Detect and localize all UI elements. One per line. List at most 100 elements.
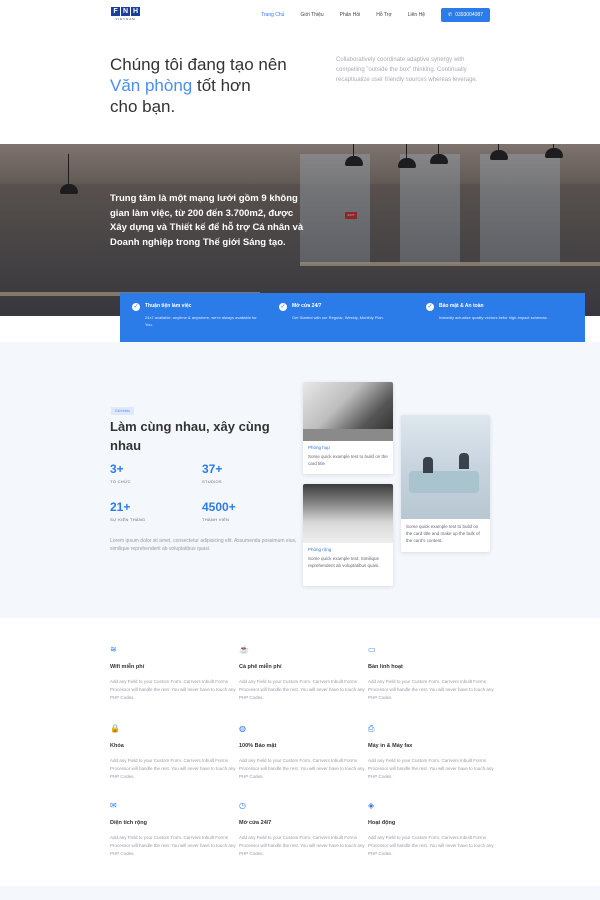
stat-label: TỔ CHỨC [110,479,131,484]
feature-strip: ✓ Thuận tiện làm việc 24x7 available, an… [120,293,585,342]
hero-title-accent: Văn phòng [110,76,193,95]
amenity-lock: 🔒 Khóa Add any Field to your Custom Form… [110,724,240,781]
card-title: Phòng rộng [308,547,332,552]
stat-studios: 37+ STUDIOS [202,462,222,484]
amenity-title: Wifi miễn phí [110,664,145,670]
stats-title: Làm cùng nhau, xây cùng nhau [110,419,270,453]
amenity-space: ✉ Diện tích rộng Add any Field to your C… [110,801,240,858]
room-card-lounge[interactable]: Some quick example text to build on the … [401,415,490,552]
room-card-meeting[interactable]: Phòng họp Some quick example text to bui… [303,382,393,474]
logo-subtitle: VIETNAM [115,17,136,21]
stat-number: 37+ [202,462,223,476]
stat-label: SỰ KIỆN THÁNG [110,517,146,522]
card-text: Some quick example text. Similique repre… [308,556,380,568]
amenity-coffee: ☕ Cà phê miễn phí Add any Field to your … [239,645,369,702]
amenity-security: ◍ 100% Bảo mật Add any Field to your Cus… [239,724,369,781]
amenity-desc: Add any Field to your Custom Form. Carrv… [239,835,365,856]
clock-icon: ◷ [239,801,246,810]
hero-title: Chúng tôi đang tạo nên Văn phòng tốt hơn… [110,54,330,117]
phone-button[interactable]: ✆ 0393004087 [440,8,490,22]
amenity-title: Mở cửa 24/7 [239,820,272,826]
amenity-desc: Add any Field to your Custom Form. Carrv… [110,835,236,856]
monitor-icon: ▭ [368,645,376,654]
sofa-shape [409,471,479,493]
amenity-desc: Add any Field to your Custom Form. Carrv… [368,835,494,856]
hero-title-line1: Chúng tôi đang tạo nên [110,55,287,74]
amenity-desk: ▭ Bàn linh hoạt Add any Field to your Cu… [368,645,498,702]
nav-links: Trang Chủ Giới Thiệu Phản Hồi Hỗ Trợ Liê… [261,8,490,22]
nav-link-support[interactable]: Hỗ Trợ [376,12,392,18]
feature-item: ✓ Thuận tiện làm việc 24x7 available, an… [132,303,279,342]
amenity-title: Khóa [110,743,124,749]
check-icon: ✓ [426,303,434,311]
stat-members: 4500+ THÀNH VIÊN [202,500,236,522]
amenity-desc: Add any Field to your Custom Form. Carrv… [239,758,365,779]
feature-title: Bảo mật & An toàn [439,303,484,309]
phone-number: 0393004087 [455,12,483,18]
amenity-desc: Add any Field to your Custom Form. Carrv… [239,679,365,700]
logo-letter: N [121,7,130,16]
stat-number: 3+ [110,462,124,476]
section-tag: Giới thiệu [111,407,135,415]
printer-icon: ⎙ [368,724,375,733]
amenity-title: Bàn linh hoạt [368,664,403,670]
card-image [401,415,490,519]
hero-title-after-accent: tốt hơn [192,76,251,95]
wifi-icon: ≋ [110,645,117,654]
stat-label: THÀNH VIÊN [202,517,230,522]
mail-icon: ✉ [110,801,117,810]
lock-icon: 🔒 [110,724,120,733]
card-image [303,484,393,543]
stat-events: 21+ SỰ KIỆN THÁNG [110,500,145,522]
stats-description: Lorem ipsum dolor sit amet, consectetur … [110,538,297,552]
stat-number: 4500+ [202,500,236,514]
amenity-desc: Add any Field to your Custom Form. Carrv… [110,679,236,700]
stat-number: 21+ [110,500,131,514]
stats-section [0,342,600,618]
top-navbar: F N H VIETNAM Trang Chủ Giới Thiệu Phản … [0,0,600,30]
banner-text: Trung tâm là một mạng lưới gồm 9 không g… [110,193,304,248]
gamepad-icon: ◈ [368,801,375,810]
nav-link-contact[interactable]: Liên Hệ [408,12,425,18]
feature-desc: Instantly actualize quality vectors befo… [439,315,548,320]
amenity-desc: Add any Field to your Custom Form. Carrv… [368,679,494,700]
amenity-title: Diện tích rộng [110,820,147,826]
hero-description: Collaboratively coordinate adaptive syne… [336,57,478,83]
amenity-title: Cà phê miễn phí [239,664,282,670]
phone-icon: ✆ [447,12,453,18]
feature-item: ✓ Bảo mật & An toàn Instantly actualize … [426,303,573,342]
person-shape [459,453,469,469]
room-card-large[interactable]: Phòng rộng Some quick example text. Simi… [303,484,393,586]
brand-logo[interactable]: F N H VIETNAM [111,7,140,21]
stat-organizations: 3+ TỔ CHỨC [110,462,131,484]
amenity-title: 100% Bảo mật [239,743,277,749]
nav-link-about[interactable]: Giới Thiệu [300,12,323,18]
person-shape [423,457,433,473]
card-title: Phòng họp [308,445,330,450]
nav-link-feedback[interactable]: Phản Hồi [340,12,361,18]
coffee-icon: ☕ [239,645,249,654]
check-icon: ✓ [132,303,140,311]
shield-icon: ◍ [239,724,246,733]
amenity-desc: Add any Field to your Custom Form. Carrv… [110,758,236,779]
check-icon: ✓ [279,303,287,311]
card-text: Some quick example text to build on the … [308,454,388,466]
amenity-activities: ◈ Hoạt động Add any Field to your Custom… [368,801,498,858]
feature-item: ✓ Mở cửa 24/7 Get Started with our Regul… [279,303,426,342]
feature-desc: Get Started with our Regular, Weekly, Mo… [292,315,384,320]
office-banner-image: EXIT Trung tâm là một mạng lưới gồm 9 kh… [0,144,600,316]
feature-desc: 24x7 available, anytime & anywhere, we'r… [145,315,257,327]
amenity-desc: Add any Field to your Custom Form. Carrv… [368,758,494,779]
feature-title: Thuận tiện làm việc [145,303,192,309]
card-image [303,382,393,441]
amenity-title: Hoạt động [368,820,396,826]
amenity-open: ◷ Mở cửa 24/7 Add any Field to your Cust… [239,801,369,858]
feature-title: Mở cửa 24/7 [292,303,322,309]
footer-band [0,886,600,900]
hero-title-line3: cho bạn. [110,97,176,116]
nav-link-home[interactable]: Trang Chủ [261,12,284,18]
amenity-printer: ⎙ Máy in & Máy fax Add any Field to your… [368,724,498,781]
logo-letter: H [131,7,140,16]
amenity-wifi: ≋ Wifi miễn phí Add any Field to your Cu… [110,645,240,702]
stat-label: STUDIOS [202,479,222,484]
